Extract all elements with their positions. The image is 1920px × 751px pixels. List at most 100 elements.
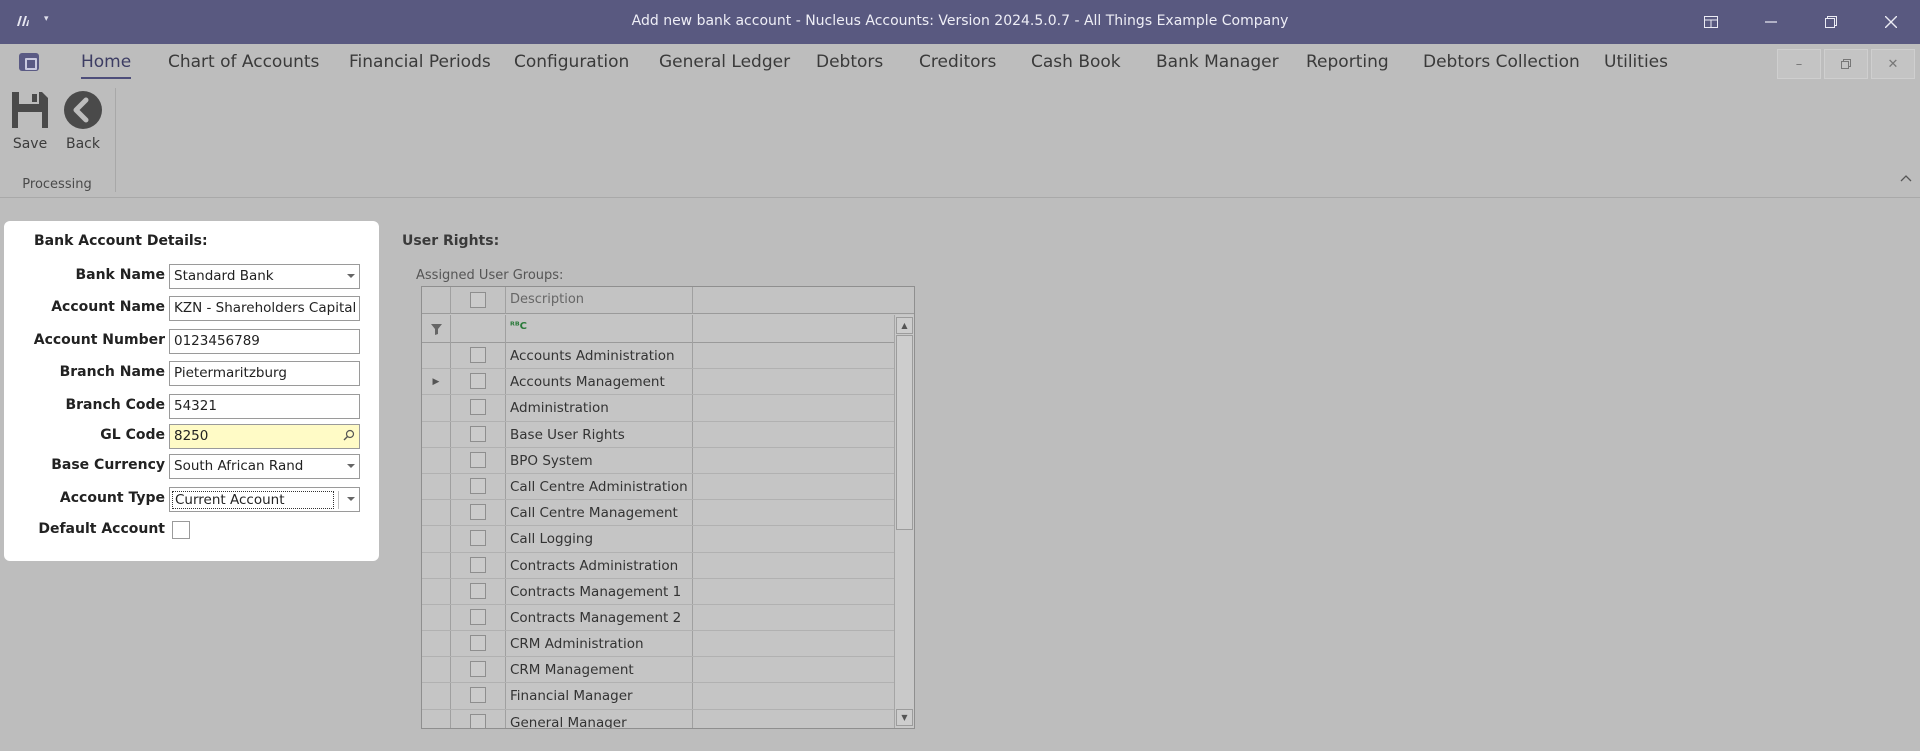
tab-cash-book[interactable]: Cash Book [1031,52,1121,72]
table-row[interactable]: BPO System [422,447,894,474]
row-indicator [422,500,451,526]
ribbon-group-separator [115,88,116,192]
ribbon-group-label: Processing [22,177,92,192]
row-checkbox[interactable] [470,477,486,494]
table-row[interactable]: Administration [422,395,894,422]
tab-reporting[interactable]: Reporting [1306,52,1389,72]
auto-filter-row: ᴿᴮC [422,315,914,343]
tab-debtors[interactable]: Debtors [816,52,883,72]
branch-code-label: Branch Code [65,397,165,413]
table-row[interactable]: CRM Management [422,657,894,684]
row-checkbox[interactable] [470,713,486,728]
row-checkbox[interactable] [470,661,486,678]
chevron-down-icon[interactable] [347,464,355,468]
row-checkbox[interactable] [470,425,486,442]
default-account-checkbox[interactable] [172,521,190,539]
vertical-scrollbar[interactable]: ▲ ▼ [894,315,914,728]
row-checkbox-cell [451,604,506,631]
account-number-field[interactable]: 0123456789 [169,329,360,354]
branch-code-field[interactable]: 54321 [169,394,360,419]
row-checkbox[interactable] [470,451,486,468]
table-row[interactable]: Call Logging [422,526,894,553]
tab-chart-of-accounts[interactable]: Chart of Accounts [168,52,319,72]
save-button[interactable]: Save [6,84,54,152]
chevron-down-icon[interactable] [347,497,355,501]
scrollbar-thumb[interactable] [896,335,913,530]
scroll-down-icon[interactable]: ▼ [896,709,913,726]
bank-account-details-heading: Bank Account Details: [34,233,208,249]
close-window-button[interactable] [1867,0,1915,44]
row-checkbox-cell [451,473,506,500]
table-row[interactable]: General Manager [422,709,894,728]
branch-name-label: Branch Name [59,364,165,380]
collapse-ribbon-icon[interactable] [1900,171,1912,185]
row-checkbox-cell [451,552,506,578]
layout-icon[interactable] [1687,0,1735,44]
group-description-cell: Accounts Administration [506,343,693,369]
row-checkbox-cell [451,683,506,709]
tab-bank-manager[interactable]: Bank Manager [1156,52,1279,72]
mdi-restore-button[interactable] [1824,49,1868,79]
tab-creditors[interactable]: Creditors [919,52,996,72]
row-checkbox-cell [451,421,506,447]
table-row[interactable]: ▶ Accounts Management [422,369,894,396]
row-checkbox[interactable] [470,373,486,390]
gl-code-lookup[interactable]: 8250 [169,424,360,449]
table-row[interactable]: CRM Administration [422,631,894,658]
account-type-label: Account Type [59,490,165,506]
table-row[interactable]: Contracts Administration [422,552,894,579]
tab-financial-periods[interactable]: Financial Periods [349,52,491,72]
row-checkbox[interactable] [470,687,486,704]
select-all-checkbox[interactable] [470,292,486,308]
bank-name-combobox[interactable]: Standard Bank [169,264,360,289]
mdi-minimize-button[interactable]: – [1777,49,1821,79]
tab-debtors-collection[interactable]: Debtors Collection [1423,52,1580,72]
row-checkbox[interactable] [470,504,486,521]
table-row[interactable]: Call Centre Management [422,500,894,527]
table-row[interactable]: Financial Manager [422,683,894,710]
tab-utilities[interactable]: Utilities [1604,52,1668,72]
row-checkbox[interactable] [470,399,486,416]
filter-icon[interactable] [422,315,451,343]
tab-home[interactable]: Home [81,52,132,79]
filter-checkbox-cell [451,315,506,343]
row-checkbox-cell [451,343,506,369]
ribbon-panel: Save Back Processing [0,82,1920,198]
row-indicator [422,683,451,709]
row-indicator-header [422,287,451,314]
row-checkbox[interactable] [470,530,486,547]
table-row[interactable]: Contracts Management 2 [422,604,894,632]
mdi-close-button[interactable]: ✕ [1871,49,1915,79]
table-row[interactable]: Accounts Administration [422,343,894,370]
tab-configuration[interactable]: Configuration [514,52,629,72]
restore-window-button[interactable] [1807,0,1855,44]
table-row[interactable]: Call Centre Administration [422,473,894,501]
search-icon[interactable] [343,429,355,445]
group-description-cell: Contracts Administration [506,552,693,578]
account-type-combobox[interactable]: Current Account [169,487,360,512]
row-checkbox[interactable] [470,635,486,652]
minimize-window-button[interactable] [1747,0,1795,44]
chevron-down-icon[interactable] [347,274,355,278]
row-checkbox[interactable] [470,608,486,625]
row-checkbox[interactable] [470,556,486,573]
window-title: Add new bank account - Nucleus Accounts:… [631,13,1289,29]
description-column-header[interactable]: Description [506,287,693,314]
description-filter-cell[interactable]: ᴿᴮC [506,315,693,343]
row-indicator [422,447,451,473]
table-row[interactable]: Base User Rights [422,421,894,448]
base-currency-combobox[interactable]: South African Rand [169,454,360,479]
row-indicator [422,657,451,683]
table-row[interactable]: Contracts Management 1 [422,578,894,605]
tab-general-ledger[interactable]: General Ledger [659,52,790,72]
scroll-up-icon[interactable]: ▲ [896,317,913,334]
account-name-field[interactable]: KZN - Shareholders Capital [169,296,360,321]
user-rights-heading: User Rights: [402,233,500,249]
combobox-separator [338,491,339,509]
application-menu-icon[interactable] [19,53,39,71]
back-button[interactable]: Back [59,84,107,152]
branch-name-field[interactable]: Pietermaritzburg [169,361,360,386]
row-checkbox[interactable] [470,582,486,599]
row-checkbox[interactable] [470,347,486,363]
save-label: Save [12,136,48,152]
